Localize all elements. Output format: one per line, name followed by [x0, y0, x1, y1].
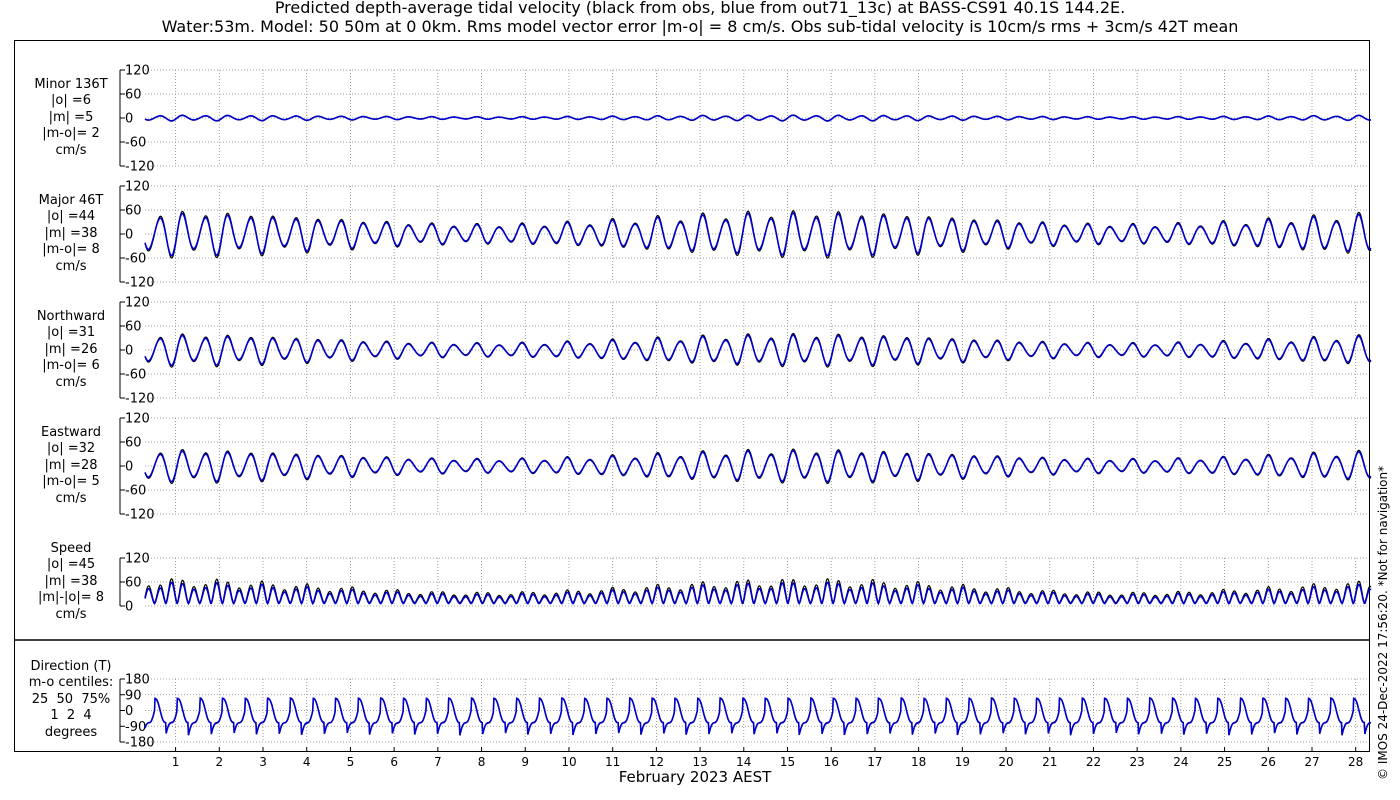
panel-label-direction: Direction (T) m-o centiles: 25 50 75% 1 … [28, 658, 114, 740]
x-tick-label: 26 [1261, 755, 1276, 769]
y-tick-label: -60 [125, 368, 146, 383]
series-line-obs [144, 210, 1372, 259]
panel-label-major: Major 46T |o| =44 |m| =38 |m-o|= 8 cm/s [38, 192, 104, 274]
x-tick-label: 2 [215, 755, 223, 769]
x-tick-label: 11 [605, 755, 620, 769]
x-tick-label: 19 [955, 755, 970, 769]
x-tick-label: 27 [1304, 755, 1319, 769]
y-tick-label: 0 [125, 344, 133, 359]
x-tick-label: 16 [824, 755, 839, 769]
x-tick-label: 24 [1173, 755, 1188, 769]
x-tick-label: 5 [347, 755, 355, 769]
y-tick-label: 0 [125, 600, 133, 615]
x-tick-label: 4 [303, 755, 311, 769]
y-tick-label: 0 [125, 112, 133, 127]
x-tick-label: 22 [1086, 755, 1101, 769]
series-line-obs [144, 696, 1372, 736]
y-tick-label: -120 [125, 392, 155, 407]
y-tick-label: 120 [125, 180, 150, 195]
x-tick-label: 1 [172, 755, 180, 769]
credit-text: © IMOS 24-Dec-2022 17:56:20. *Not for na… [1376, 465, 1390, 780]
y-tick-label: -60 [125, 252, 146, 267]
y-tick-label: 0 [125, 228, 133, 243]
panel-label-minor: Minor 136T |o| =6 |m| =5 |m-o|= 2 cm/s [34, 76, 108, 158]
series-line-model [144, 697, 1372, 736]
y-tick-label: 0 [125, 704, 133, 719]
panel-label-east: Eastward |o| =32 |m| =28 |m-o|= 5 cm/s [40, 424, 102, 506]
x-tick-label: 3 [259, 755, 267, 769]
y-tick-label: 180 [125, 673, 150, 688]
x-tick-label: 8 [478, 755, 486, 769]
x-tick-label: 7 [434, 755, 442, 769]
x-tick-label: 17 [867, 755, 882, 769]
panel-label-speed: Speed |o| =45 |m| =38 |m|-|o|= 8 cm/s [37, 540, 105, 622]
x-tick-label: 20 [998, 755, 1013, 769]
y-tick-label: 60 [125, 320, 142, 335]
y-tick-label: 60 [125, 204, 142, 219]
y-tick-label: 120 [125, 64, 150, 79]
x-tick-label: 28 [1348, 755, 1363, 769]
y-tick-label: -180 [125, 736, 155, 751]
y-tick-label: 90 [125, 688, 142, 703]
x-tick-label: 9 [521, 755, 529, 769]
y-tick-label: 60 [125, 576, 142, 591]
y-tick-label: 60 [125, 88, 142, 103]
y-tick-label: -120 [125, 276, 155, 291]
y-tick-label: 120 [125, 296, 150, 311]
x-tick-label: 10 [561, 755, 576, 769]
y-tick-label: -60 [125, 136, 146, 151]
y-tick-label: -60 [125, 484, 146, 499]
x-tick-label: 23 [1130, 755, 1145, 769]
figure-frame [14, 40, 1370, 752]
x-tick-label: 12 [649, 755, 664, 769]
plot-area: 120600-60-120120600-60-120120600-60-1201… [14, 40, 1372, 769]
panel-label-north: Northward |o| =31 |m| =26 |m-o|= 6 cm/s [36, 308, 106, 390]
x-tick-label: 6 [390, 755, 398, 769]
x-tick-label: 15 [780, 755, 795, 769]
y-tick-label: -90 [125, 720, 146, 735]
y-tick-label: -120 [125, 160, 155, 175]
x-axis-label: February 2023 AEST [618, 768, 772, 786]
y-tick-label: -120 [125, 508, 155, 523]
x-tick-label: 14 [736, 755, 751, 769]
x-tick-label: 13 [692, 755, 707, 769]
x-tick-label: 21 [1042, 755, 1057, 769]
y-tick-label: 120 [125, 412, 150, 427]
y-tick-label: 120 [125, 552, 150, 567]
y-tick-label: 60 [125, 436, 142, 451]
x-tick-label: 25 [1217, 755, 1232, 769]
y-tick-label: 0 [125, 460, 133, 475]
x-tick-label: 18 [911, 755, 926, 769]
